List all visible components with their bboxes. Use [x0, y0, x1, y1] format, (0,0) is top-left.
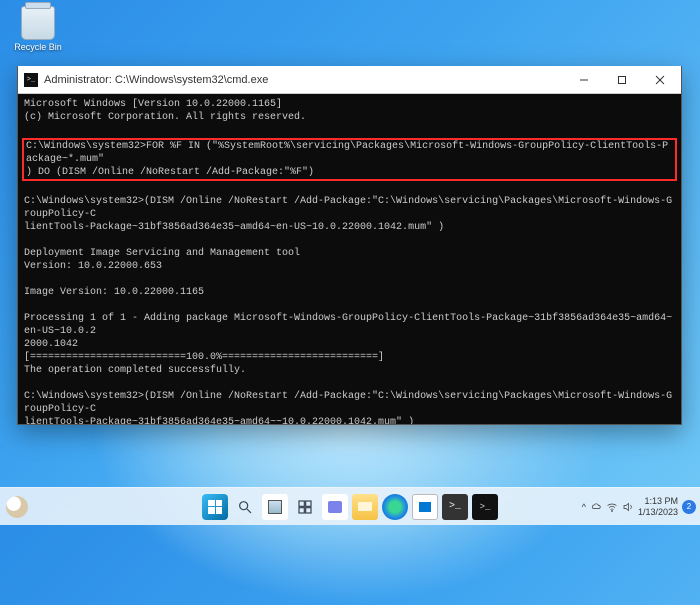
- taskbar-edge[interactable]: [382, 494, 408, 520]
- recycle-bin-label: Recycle Bin: [8, 42, 68, 52]
- titlebar[interactable]: Administrator: C:\Windows\system32\cmd.e…: [18, 66, 681, 94]
- line: C:\Windows\system32>FOR %F IN ("%SystemR…: [26, 141, 668, 165]
- taskbar-clock[interactable]: 1:13 PM 1/13/2023: [638, 496, 678, 518]
- taskbar-center-icons: >_ >_: [202, 494, 498, 520]
- line: The operation completed successfully.: [24, 365, 246, 376]
- onedrive-icon[interactable]: [590, 501, 602, 513]
- wifi-icon[interactable]: [606, 501, 618, 513]
- desktop-icon-recycle-bin[interactable]: Recycle Bin: [8, 6, 68, 52]
- start-button[interactable]: [202, 494, 228, 520]
- tray-overflow-icon[interactable]: ^: [582, 502, 586, 512]
- clock-time: 1:13 PM: [638, 496, 678, 507]
- taskbar: >_ >_ ^ 1:13 PM 1/13/2023 2: [0, 487, 700, 525]
- close-button[interactable]: [641, 66, 679, 94]
- weather-icon: [6, 496, 28, 518]
- line: Version: 10.0.22000.653: [24, 261, 162, 272]
- taskbar-chat[interactable]: [322, 494, 348, 520]
- line: 2000.1042: [24, 339, 78, 350]
- line: ) DO (DISM /Online /NoRestart /Add-Packa…: [26, 167, 314, 178]
- cmd-icon: [24, 73, 38, 87]
- line: Microsoft Windows [Version 10.0.22000.11…: [24, 99, 282, 110]
- system-tray: ^ 1:13 PM 1/13/2023 2: [582, 488, 696, 525]
- taskbar-weather[interactable]: [6, 488, 32, 525]
- line: Processing 1 of 1 - Adding package Micro…: [24, 313, 672, 337]
- line: lientTools-Package~31bf3856ad364e35~amd6…: [24, 417, 414, 424]
- highlighted-command: C:\Windows\system32>FOR %F IN ("%SystemR…: [22, 138, 677, 181]
- clock-date: 1/13/2023: [638, 507, 678, 518]
- line: (c) Microsoft Corporation. All rights re…: [24, 112, 306, 123]
- widgets-button[interactable]: [292, 494, 318, 520]
- taskbar-cmd-running[interactable]: >_: [472, 494, 498, 520]
- line: Image Version: 10.0.22000.1165: [24, 287, 204, 298]
- taskbar-store[interactable]: [412, 494, 438, 520]
- progress-bar: [==========================100.0%=======…: [24, 352, 384, 363]
- line: Deployment Image Servicing and Managemen…: [24, 248, 300, 259]
- line: lientTools-Package~31bf3856ad364e35~amd6…: [24, 222, 444, 233]
- notification-badge[interactable]: 2: [682, 500, 696, 514]
- line: C:\Windows\system32>(DISM /Online /NoRes…: [24, 391, 672, 415]
- window-title: Administrator: C:\Windows\system32\cmd.e…: [44, 74, 565, 86]
- taskbar-file-explorer[interactable]: [352, 494, 378, 520]
- cmd-window: Administrator: C:\Windows\system32\cmd.e…: [17, 66, 682, 425]
- taskbar-terminal[interactable]: >_: [442, 494, 468, 520]
- maximize-button[interactable]: [603, 66, 641, 94]
- task-view-button[interactable]: [262, 494, 288, 520]
- terminal-output[interactable]: Microsoft Windows [Version 10.0.22000.11…: [18, 94, 681, 424]
- volume-icon[interactable]: [622, 501, 634, 513]
- recycle-bin-icon: [21, 6, 55, 40]
- line: C:\Windows\system32>(DISM /Online /NoRes…: [24, 196, 672, 220]
- minimize-button[interactable]: [565, 66, 603, 94]
- taskbar-search[interactable]: [232, 494, 258, 520]
